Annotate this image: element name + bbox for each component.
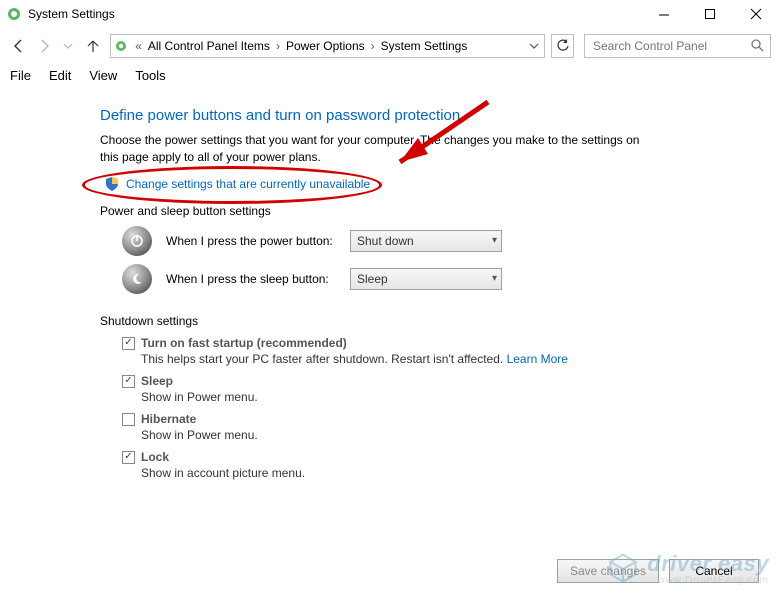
sleep-option-row: Sleep Show in Power menu. — [122, 374, 747, 404]
breadcrumb-sep-icon: « — [131, 39, 146, 53]
menu-tools[interactable]: Tools — [135, 68, 165, 83]
search-box[interactable] — [584, 34, 771, 58]
chevron-down-icon: ▾ — [492, 235, 497, 246]
lock-option-desc: Show in account picture menu. — [141, 466, 305, 480]
fast-startup-desc: This helps start your PC faster after sh… — [141, 352, 568, 366]
window-controls — [641, 0, 779, 28]
fast-startup-checkbox[interactable] — [122, 337, 135, 350]
nav-row: « All Control Panel Items › Power Option… — [0, 28, 779, 64]
search-input[interactable] — [591, 38, 750, 54]
breadcrumb-item[interactable]: All Control Panel Items — [146, 39, 272, 53]
chevron-right-icon: › — [367, 39, 379, 53]
power-button-label: When I press the power button: — [166, 234, 336, 248]
app-icon — [6, 6, 22, 22]
sleep-option-label: Sleep — [141, 374, 258, 388]
recent-dropdown[interactable] — [57, 33, 80, 59]
window-title: System Settings — [28, 7, 115, 21]
menu-file[interactable]: File — [10, 68, 31, 83]
up-button[interactable] — [82, 33, 105, 59]
power-sleep-heading: Power and sleep button settings — [100, 204, 747, 218]
fast-startup-label: Turn on fast startup (recommended) — [141, 336, 568, 350]
sleep-button-value: Sleep — [357, 272, 388, 286]
shutdown-heading: Shutdown settings — [100, 314, 747, 328]
footer-buttons: Save changes Cancel — [557, 559, 759, 583]
breadcrumb-item[interactable]: System Settings — [379, 39, 470, 53]
maximize-button[interactable] — [687, 0, 733, 28]
cancel-button[interactable]: Cancel — [669, 559, 759, 583]
sleep-button-row: When I press the sleep button: Sleep ▾ — [122, 264, 747, 294]
learn-more-link[interactable]: Learn More — [507, 352, 568, 366]
hibernate-checkbox[interactable] — [122, 413, 135, 426]
lock-option-row: Lock Show in account picture menu. — [122, 450, 747, 480]
annotation-ellipse — [82, 166, 382, 204]
menu-bar: File Edit View Tools — [0, 64, 779, 89]
minimize-button[interactable] — [641, 0, 687, 28]
address-bar[interactable]: « All Control Panel Items › Power Option… — [110, 34, 545, 58]
breadcrumb-item[interactable]: Power Options — [284, 39, 367, 53]
power-button-dropdown[interactable]: Shut down ▾ — [350, 230, 502, 252]
power-icon — [122, 226, 152, 256]
lock-checkbox[interactable] — [122, 451, 135, 464]
sleep-button-dropdown[interactable]: Sleep ▾ — [350, 268, 502, 290]
address-dropdown[interactable] — [524, 35, 544, 57]
menu-edit[interactable]: Edit — [49, 68, 71, 83]
content-pane: Define power buttons and turn on passwor… — [0, 89, 779, 480]
page-title: Define power buttons and turn on passwor… — [100, 107, 747, 124]
chevron-right-icon: › — [272, 39, 284, 53]
save-button[interactable]: Save changes — [557, 559, 659, 583]
hibernate-option-desc: Show in Power menu. — [141, 428, 258, 442]
search-icon[interactable] — [750, 38, 764, 55]
hibernate-option-row: Hibernate Show in Power menu. — [122, 412, 747, 442]
sleep-option-desc: Show in Power menu. — [141, 390, 258, 404]
power-button-value: Shut down — [357, 234, 414, 248]
moon-icon — [122, 264, 152, 294]
close-button[interactable] — [733, 0, 779, 28]
page-description: Choose the power settings that you want … — [100, 132, 660, 166]
menu-view[interactable]: View — [89, 68, 117, 83]
chevron-down-icon: ▾ — [492, 273, 497, 284]
hibernate-option-label: Hibernate — [141, 412, 258, 426]
power-button-row: When I press the power button: Shut down… — [122, 226, 747, 256]
refresh-button[interactable] — [551, 34, 574, 58]
sleep-button-label: When I press the sleep button: — [166, 272, 336, 286]
address-icon — [111, 39, 131, 53]
sleep-checkbox[interactable] — [122, 375, 135, 388]
back-button[interactable] — [8, 33, 31, 59]
fast-startup-row: Turn on fast startup (recommended) This … — [122, 336, 747, 366]
lock-option-label: Lock — [141, 450, 305, 464]
titlebar: System Settings — [0, 0, 779, 28]
forward-button[interactable] — [33, 33, 56, 59]
